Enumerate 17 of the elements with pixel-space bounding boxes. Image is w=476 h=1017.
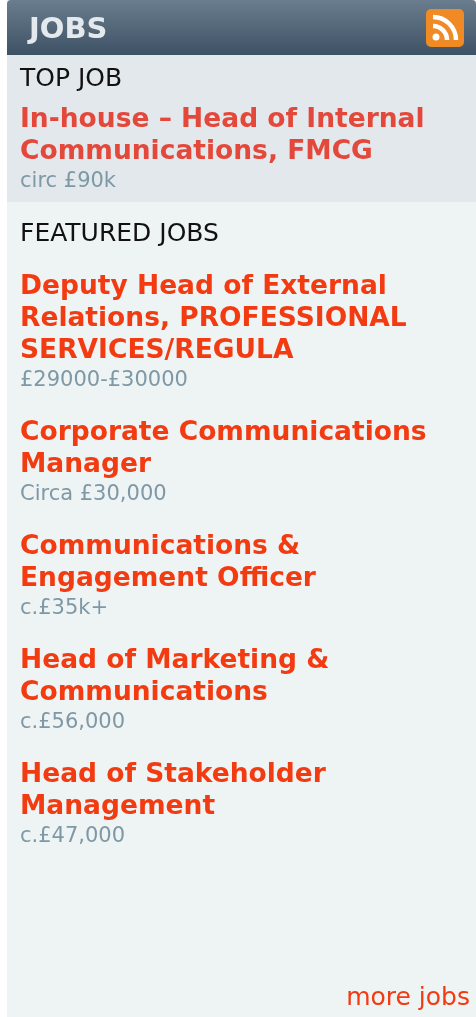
job-salary: c.£35k+ [20,594,110,621]
job-title-link[interactable]: Corporate Communications Manager [20,415,472,479]
section-title: JOBS [29,10,108,45]
job-salary: c.£56,000 [20,708,127,735]
job-title-link[interactable]: Head of Stakeholder Management [20,757,472,821]
job-title-link[interactable]: Communications & Engagement Officer [20,529,472,593]
more-jobs-link[interactable]: more jobs [346,982,476,1017]
section-heading: FEATURED JOBS [20,218,220,247]
job-salary: circ £90k [20,167,118,194]
job-title-link[interactable]: Deputy Head of External Relations, PROFESSIONAL SERVICES/REGULA [20,269,472,365]
section-heading: TOP JOB [20,63,124,92]
job-title-link[interactable]: In-house – Head of Internal Communications, FMCG [20,102,466,166]
job-salary: Circa £30,000 [20,480,168,507]
job-salary: c.£47,000 [20,822,127,849]
job-salary: £29000-£30000 [20,366,189,393]
rss-feed-icon[interactable] [426,8,464,47]
job-title-link[interactable]: Head of Marketing & Communications [20,643,472,707]
